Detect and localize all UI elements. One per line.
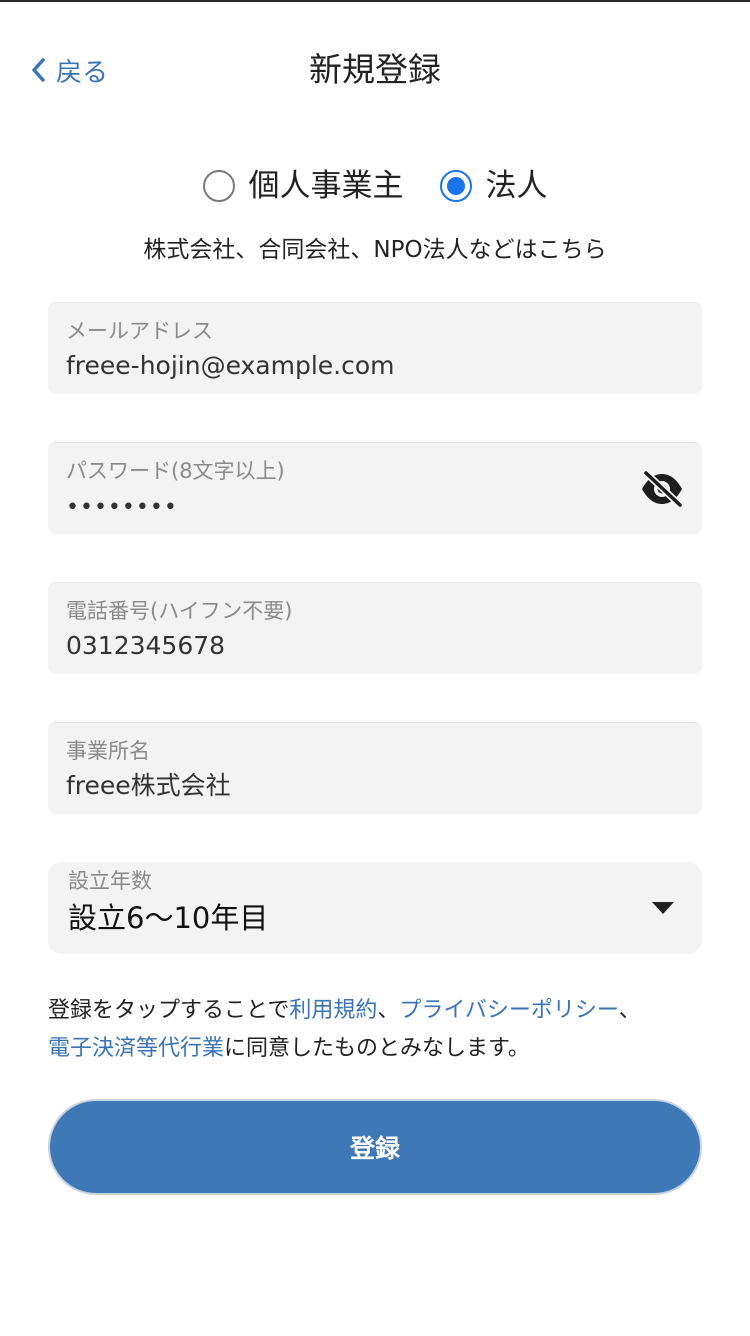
- business-name-field[interactable]: 事業所名 freee株式会社: [48, 722, 702, 814]
- radio-checked-icon[interactable]: [439, 170, 472, 202]
- years-label: 設立年数: [68, 869, 152, 893]
- email-label: メールアドレス: [66, 319, 213, 343]
- eye-off-icon: [639, 469, 685, 512]
- years-select[interactable]: 設立年数 設立6〜10年目: [48, 862, 702, 954]
- password-label: パスワード(8文字以上): [66, 459, 285, 483]
- password-visibility-toggle[interactable]: [638, 469, 686, 512]
- terms-link[interactable]: 利用規約: [289, 998, 377, 1023]
- radio-sole-proprietor[interactable]: 個人事業主: [202, 164, 404, 208]
- years-selected-value: 設立6〜10年目: [68, 901, 269, 935]
- privacy-policy-link[interactable]: プライバシーポリシー: [399, 998, 618, 1023]
- radio-corporation[interactable]: 法人: [439, 164, 548, 208]
- signup-screen: 戻る 新規登録 個人事業主 法人 株式会社、合同会社、NPO法人などはこちら メ…: [0, 0, 750, 1336]
- page-title: 新規登録: [309, 50, 441, 89]
- phone-label: 電話番号(ハイフン不要): [66, 599, 293, 623]
- email-field[interactable]: メールアドレス freee-hojin@example.com: [48, 302, 702, 394]
- email-input[interactable]: freee-hojin@example.com: [66, 349, 626, 383]
- caret-down-icon: [652, 902, 674, 914]
- top-border: [0, 0, 750, 2]
- radio-label-corporation: 法人: [485, 168, 548, 204]
- password-field[interactable]: パスワード(8文字以上) ••••••••: [48, 442, 702, 534]
- electronic-payment-link[interactable]: 電子決済等代行業: [48, 1036, 224, 1061]
- consent-separator: 、: [618, 998, 641, 1023]
- register-button[interactable]: 登録: [48, 1099, 702, 1195]
- consent-text: 登録をタップすることで利用規約、プライバシーポリシー、 電子決済等代行業に同意した…: [48, 992, 708, 1068]
- radio-label-sole-proprietor: 個人事業主: [248, 168, 404, 204]
- consent-prefix: 登録をタップすることで: [48, 998, 290, 1023]
- password-input[interactable]: ••••••••: [66, 491, 626, 525]
- consent-separator: 、: [377, 998, 400, 1023]
- entity-type-radio-group: 個人事業主 法人: [0, 164, 750, 208]
- business-name-input[interactable]: freee株式会社: [66, 769, 626, 803]
- consent-suffix: に同意したものとみなします。: [224, 1036, 530, 1061]
- phone-field[interactable]: 電話番号(ハイフン不要) 0312345678: [48, 582, 702, 674]
- phone-input[interactable]: 0312345678: [66, 629, 626, 663]
- business-name-label: 事業所名: [66, 739, 150, 763]
- entity-type-description: 株式会社、合同会社、NPO法人などはこちら: [143, 237, 607, 263]
- radio-unchecked-icon[interactable]: [202, 170, 235, 202]
